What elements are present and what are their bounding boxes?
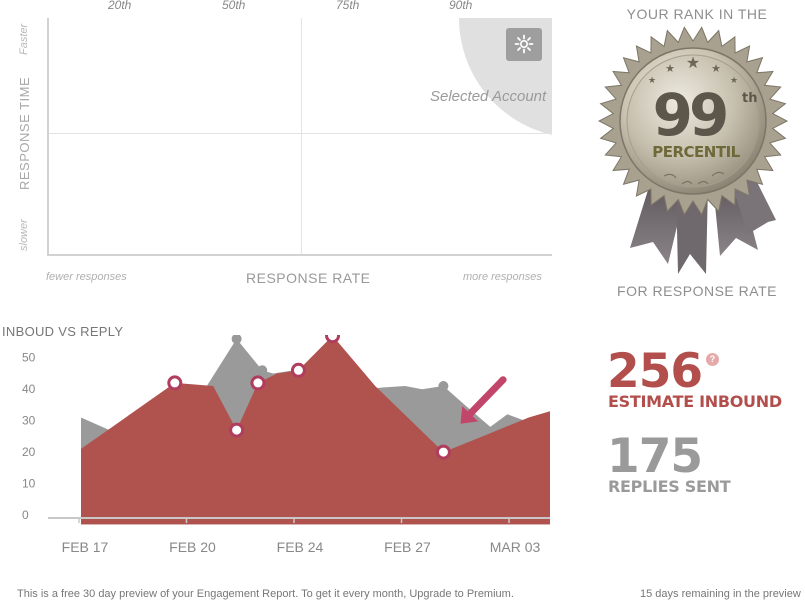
reply-marker[interactable] bbox=[435, 444, 451, 460]
svg-text:★: ★ bbox=[665, 62, 675, 75]
footer-trial-remaining: 15 days remaining in the preview bbox=[640, 588, 801, 600]
y-axis-top-label: Faster bbox=[18, 23, 30, 55]
info-icon[interactable]: ? bbox=[706, 353, 719, 366]
x-axis-right-label: more responses bbox=[463, 271, 542, 283]
x-axis-label: RESPONSE RATE bbox=[246, 270, 371, 286]
quadrant-divider-vertical bbox=[301, 18, 302, 254]
rank-subtitle: FOR RESPONSE RATE bbox=[617, 283, 777, 299]
replies-value: 175 bbox=[607, 429, 703, 484]
replies-label: REPLIES SENT bbox=[608, 477, 731, 496]
reply-marker[interactable] bbox=[167, 375, 183, 391]
inbound-marker[interactable] bbox=[231, 335, 242, 344]
rank-suffix: th bbox=[742, 91, 757, 106]
percentile-label: 75th bbox=[336, 0, 360, 12]
x-axis-left-label: fewer responses bbox=[46, 271, 127, 283]
x-tick-label: FEB 27 bbox=[384, 539, 431, 555]
y-tick-label: 50 bbox=[22, 351, 36, 365]
quadrant-settings-button[interactable] bbox=[506, 28, 542, 61]
inbound-label: ESTIMATE INBOUND bbox=[608, 392, 782, 411]
svg-text:★: ★ bbox=[711, 62, 721, 75]
quadrant-plot-area: Selected Account bbox=[47, 18, 552, 256]
footer-upgrade-notice: This is a free 30 day preview of your En… bbox=[17, 588, 514, 600]
percentile-label: 90th bbox=[449, 0, 473, 12]
annotation-arrow-shaft bbox=[466, 376, 507, 418]
y-axis-label: RESPONSE TIME bbox=[17, 76, 32, 190]
chart-canvas: 0 10 20 30 40 50 FEB 17 FEB 20 FEB 24 FEB 27 MAR … bbox=[22, 335, 550, 555]
reply-marker[interactable] bbox=[250, 375, 266, 391]
y-tick-label: 0 bbox=[22, 508, 29, 522]
quadrant-divider-horizontal bbox=[49, 133, 552, 134]
inbound-marker[interactable] bbox=[438, 381, 449, 392]
x-tick-label: MAR 03 bbox=[490, 539, 541, 555]
svg-text:★: ★ bbox=[730, 76, 738, 86]
inbound-value: 256 bbox=[607, 344, 703, 399]
x-tick-label: FEB 24 bbox=[277, 539, 324, 555]
percentile-label: 50th bbox=[222, 0, 246, 12]
percentile-label: 20th bbox=[108, 0, 132, 12]
y-tick-label: 10 bbox=[22, 477, 36, 491]
selected-account-label: Selected Account bbox=[430, 88, 547, 105]
reply-marker[interactable] bbox=[325, 335, 341, 344]
rank-value: 99 bbox=[653, 81, 726, 149]
reply-marker[interactable] bbox=[290, 362, 306, 378]
reply-marker[interactable] bbox=[229, 422, 245, 438]
inbound-marker[interactable] bbox=[257, 365, 268, 376]
y-axis-bottom-label: slower bbox=[18, 219, 30, 251]
y-tick-label: 20 bbox=[22, 445, 36, 459]
y-tick-label: 30 bbox=[22, 414, 36, 428]
rank-unit: PERCENTIL bbox=[652, 143, 740, 161]
x-tick-label: FEB 17 bbox=[62, 539, 109, 555]
y-tick-label: 40 bbox=[22, 382, 36, 396]
gear-icon bbox=[514, 34, 534, 54]
x-tick-label: FEB 20 bbox=[169, 539, 216, 555]
rank-medal: ★ ★ ★ ★ ★ 99 th PERCENTIL bbox=[598, 26, 788, 274]
rank-title: YOUR RANK IN THE bbox=[626, 6, 768, 22]
svg-text:★: ★ bbox=[686, 53, 700, 72]
